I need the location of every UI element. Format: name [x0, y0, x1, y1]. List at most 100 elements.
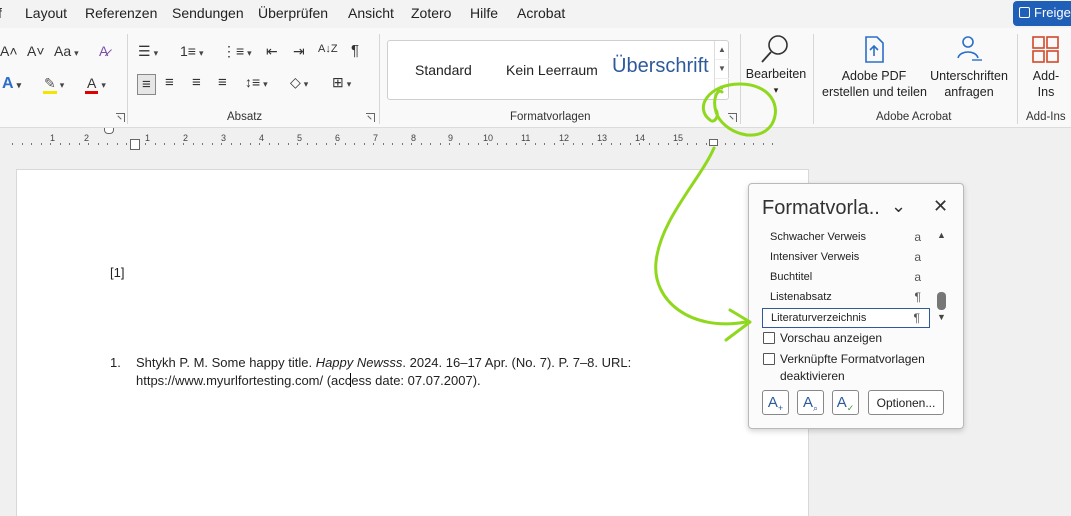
style-list-item[interactable]: Intensiver Verweis a: [762, 248, 930, 268]
separator: [1017, 34, 1018, 124]
ruler-number: 4: [259, 133, 265, 143]
menu-hilfe[interactable]: Hilfe: [470, 5, 498, 21]
menu-ansicht[interactable]: Ansicht: [348, 5, 394, 21]
ruler-tick: [69, 143, 70, 145]
ruler-number: 7: [373, 133, 379, 143]
menu-bar: f Layout Referenzen Sendungen Überprüfen…: [0, 0, 1071, 28]
ruler-tick: [287, 143, 289, 145]
menu-acrobat[interactable]: Acrobat: [517, 5, 565, 21]
clear-format-button[interactable]: A̷: [99, 44, 108, 58]
menu-zotero[interactable]: Zotero: [411, 5, 451, 21]
borders-icon: ⊞: [332, 74, 344, 90]
text-effects-icon: A: [2, 75, 14, 92]
ruler-tick: [658, 143, 659, 145]
reference-authors-title: Shtykh P. M. Some happy title.: [136, 355, 316, 370]
menu-referenzen[interactable]: Referenzen: [85, 5, 157, 21]
align-right-button[interactable]: ≡: [192, 75, 201, 90]
styles-list-scrollbar[interactable]: ▲ ▼: [935, 228, 949, 326]
share-icon: [1019, 7, 1030, 18]
multilevel-list-button[interactable]: ⋮≡ ▾: [222, 44, 252, 58]
gallery-down-icon[interactable]: ▼: [715, 60, 729, 79]
right-indent-marker[interactable]: [709, 139, 718, 146]
highlight-button[interactable]: ✎ ▾: [43, 75, 64, 94]
ruler-tick: [21, 143, 23, 145]
align-center-button[interactable]: ≡: [165, 75, 174, 90]
style-list-item[interactable]: Buchtitel a: [762, 268, 930, 288]
chevron-down-icon[interactable]: ⌄: [891, 196, 906, 217]
share-label: Freige: [1034, 5, 1071, 20]
paragraph-group-label: Absatz: [227, 111, 263, 123]
font-dialog-launcher-icon[interactable]: [116, 113, 125, 122]
shading-button[interactable]: ◇ ▾: [290, 75, 308, 89]
menu-ueberpruefen[interactable]: Überprüfen: [258, 5, 328, 21]
style-standard[interactable]: Standard: [415, 62, 472, 78]
font-color-button[interactable]: A ▾: [85, 75, 106, 94]
ruler-tick: [449, 143, 450, 145]
numbering-button[interactable]: 1≡ ▾: [180, 44, 204, 58]
disable-linked-label-2: deaktivieren: [780, 369, 845, 383]
style-list-item-selected[interactable]: Literaturverzeichnis ¶: [762, 308, 930, 328]
style-kein-leerraum[interactable]: Kein Leerraum: [506, 62, 598, 78]
add-ins-button[interactable]: Add- Ins: [1024, 34, 1068, 100]
styles-gallery-scroll[interactable]: ▲ ▼ ▾: [714, 41, 729, 99]
scroll-thumb[interactable]: [937, 292, 946, 310]
ruler-tick: [249, 143, 251, 145]
style-list-item[interactable]: Schwacher Verweis a: [762, 228, 930, 248]
ruler-number: 5: [297, 133, 303, 143]
new-style-button[interactable]: A+: [762, 390, 789, 415]
scroll-up-icon[interactable]: ▲: [937, 230, 946, 240]
options-button[interactable]: Optionen...: [868, 390, 944, 415]
first-line-indent-marker[interactable]: [104, 128, 114, 134]
hanging-indent-marker[interactable]: [130, 139, 140, 150]
paragraph-dialog-launcher-icon[interactable]: [366, 113, 375, 122]
ruler-tick: [107, 143, 108, 145]
change-case-button[interactable]: Aa ▾: [54, 44, 79, 58]
ruler-tick: [563, 143, 564, 145]
menu-layout[interactable]: Layout: [25, 5, 67, 21]
editing-button[interactable]: Bearbeiten ▾: [745, 32, 807, 98]
ruler-tick: [221, 143, 222, 145]
style-list-item[interactable]: Listenabsatz ¶: [762, 288, 930, 308]
line-spacing-button[interactable]: ↕≡ ▾: [245, 75, 268, 89]
share-button[interactable]: Freige: [1013, 1, 1071, 26]
text-effects-button[interactable]: A ▾: [2, 76, 21, 92]
reference-url: https://www.myurlfortesting.com/ (acc: [136, 373, 352, 388]
manage-styles-button[interactable]: A✓: [832, 390, 859, 415]
disable-linked-styles-checkbox[interactable]: [763, 353, 775, 365]
borders-button[interactable]: ⊞ ▾: [332, 75, 351, 89]
decrease-indent-button[interactable]: ⇤: [266, 44, 278, 58]
ruler-tick: [78, 143, 80, 145]
reference-number: 1.: [110, 355, 121, 370]
ruler-tick: [354, 143, 355, 145]
style-inspector-button[interactable]: A⌕: [797, 390, 824, 415]
separator: [379, 34, 380, 124]
create-pdf-button[interactable]: Adobe PDF erstellen und teilen: [822, 34, 927, 100]
request-signatures-button[interactable]: Unterschriften anfragen: [928, 34, 1010, 100]
align-left-button[interactable]: ≡: [137, 74, 156, 95]
ruler-tick: [382, 143, 384, 145]
bullets-button[interactable]: ☰ ▾: [138, 44, 158, 58]
horizontal-ruler[interactable]: 1 2 1 2 3 4 5 6 7 8 9 10 11 12 13 14 15: [0, 128, 1071, 150]
sort-button[interactable]: A↓Z: [318, 44, 338, 55]
style-item-label: Schwacher Verweis: [770, 231, 866, 243]
styles-dialog-launcher-icon[interactable]: [728, 113, 737, 122]
document-page[interactable]: [1] 1. Shtykh P. M. Some happy title. Ha…: [16, 169, 809, 516]
line-spacing-icon: ↕≡: [245, 74, 261, 90]
gallery-more-icon[interactable]: ▾: [715, 79, 729, 98]
show-marks-button[interactable]: ¶: [351, 43, 359, 58]
scroll-down-icon[interactable]: ▼: [937, 312, 946, 322]
reference-access-date: ess date: 07.07.2007).: [351, 373, 481, 388]
pdf-share-icon: [822, 34, 926, 68]
gallery-up-icon[interactable]: ▲: [715, 41, 729, 60]
increase-indent-button[interactable]: ⇥: [293, 44, 305, 58]
menu-file-partial[interactable]: f: [0, 5, 2, 21]
menu-sendungen[interactable]: Sendungen: [172, 5, 244, 21]
styles-pane: Formatvorla.. ⌄ ✕ Schwacher Verweis a Int…: [748, 183, 964, 429]
style-ueberschrift[interactable]: Überschrift: [612, 55, 709, 78]
close-icon[interactable]: ✕: [933, 196, 948, 217]
shrink-font-button[interactable]: A˅: [27, 44, 45, 58]
grow-font-button[interactable]: A˄: [0, 44, 18, 58]
justify-button[interactable]: ≡: [218, 75, 227, 90]
ruler-number: 2: [183, 133, 189, 143]
preview-checkbox[interactable]: [763, 332, 775, 344]
